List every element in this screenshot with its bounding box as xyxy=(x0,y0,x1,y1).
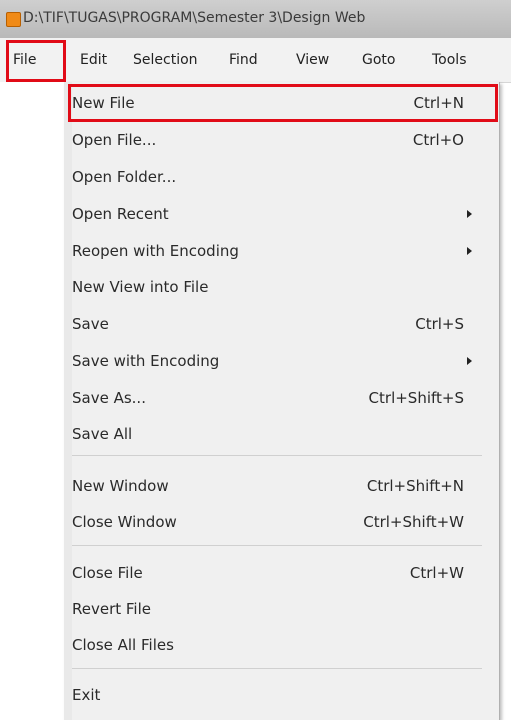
menu-item-new-file[interactable]: New File Ctrl+N xyxy=(72,88,482,118)
menu-item-save-with-encoding[interactable]: Save with Encoding xyxy=(72,346,482,376)
submenu-arrow-icon xyxy=(467,210,472,218)
menu-item-open-folder[interactable]: Open Folder... xyxy=(72,162,482,192)
menu-item-revert-file[interactable]: Revert File xyxy=(72,594,482,624)
menu-item-label: New View into File xyxy=(72,278,209,296)
app-icon xyxy=(6,12,21,27)
menu-item-label: Exit xyxy=(72,686,101,704)
menu-item-label: Save xyxy=(72,315,109,333)
menu-item-label: New Window xyxy=(72,477,169,495)
menu-item-save-as[interactable]: Save As... Ctrl+Shift+S xyxy=(72,383,482,413)
menu-item-label: Reopen with Encoding xyxy=(72,242,239,260)
menu-item-open-recent[interactable]: Open Recent xyxy=(72,199,482,229)
background-area xyxy=(0,82,64,720)
menu-edit[interactable]: Edit xyxy=(80,52,107,68)
menu-separator xyxy=(72,668,482,669)
menu-item-shortcut: Ctrl+N xyxy=(413,94,464,112)
menu-item-save[interactable]: Save Ctrl+S xyxy=(72,309,482,339)
menu-item-label: New File xyxy=(72,94,135,112)
menu-item-close-file[interactable]: Close File Ctrl+W xyxy=(72,558,482,588)
menu-file[interactable]: File xyxy=(13,52,36,68)
menu-item-new-view-into-file[interactable]: New View into File xyxy=(72,272,482,302)
menu-item-shortcut: Ctrl+W xyxy=(409,564,464,582)
menu-view[interactable]: View xyxy=(296,52,329,68)
menu-gutter xyxy=(64,82,72,720)
menu-tools[interactable]: Tools xyxy=(432,52,467,68)
menu-item-label: Save All xyxy=(72,425,133,443)
menu-goto[interactable]: Goto xyxy=(362,52,395,68)
menu-item-label: Open Folder... xyxy=(72,168,177,186)
menu-item-label: Save with Encoding xyxy=(72,352,220,370)
menu-item-label: Open File... xyxy=(72,131,157,149)
menu-separator xyxy=(72,545,482,546)
menu-item-shortcut: Ctrl+S xyxy=(415,315,464,333)
menu-item-label: Save As... xyxy=(72,389,146,407)
menu-item-shortcut: Ctrl+Shift+W xyxy=(363,513,464,531)
menu-item-reopen-with-encoding[interactable]: Reopen with Encoding xyxy=(72,236,482,266)
menu-item-save-all[interactable]: Save All xyxy=(72,419,482,449)
menu-selection[interactable]: Selection xyxy=(133,52,198,68)
menu-item-label: Close File xyxy=(72,564,143,582)
menu-item-shortcut: Ctrl+O xyxy=(412,131,464,149)
menu-separator xyxy=(72,455,482,456)
submenu-arrow-icon xyxy=(467,247,472,255)
menu-item-close-all-files[interactable]: Close All Files xyxy=(72,630,482,660)
menu-item-shortcut: Ctrl+Shift+N xyxy=(366,477,464,495)
menu-item-exit[interactable]: Exit xyxy=(72,680,482,710)
title-bar: D:\TIF\TUGAS\PROGRAM\Semester 3\Design W… xyxy=(0,0,511,38)
menu-item-label: Open Recent xyxy=(72,205,169,223)
menu-item-open-file[interactable]: Open File... Ctrl+O xyxy=(72,125,482,155)
menu-item-label: Revert File xyxy=(72,600,151,618)
window-title: D:\TIF\TUGAS\PROGRAM\Semester 3\Design W… xyxy=(23,10,366,26)
submenu-arrow-icon xyxy=(467,357,472,365)
menu-item-label: Close Window xyxy=(72,513,177,531)
menu-find[interactable]: Find xyxy=(229,52,258,68)
menu-item-close-window[interactable]: Close Window Ctrl+Shift+W xyxy=(72,507,482,537)
menu-bar: File Edit Selection Find View Goto Tools xyxy=(0,38,511,83)
menu-item-label: Close All Files xyxy=(72,636,174,654)
menu-item-shortcut: Ctrl+Shift+S xyxy=(368,389,464,407)
menu-item-new-window[interactable]: New Window Ctrl+Shift+N xyxy=(72,471,482,501)
